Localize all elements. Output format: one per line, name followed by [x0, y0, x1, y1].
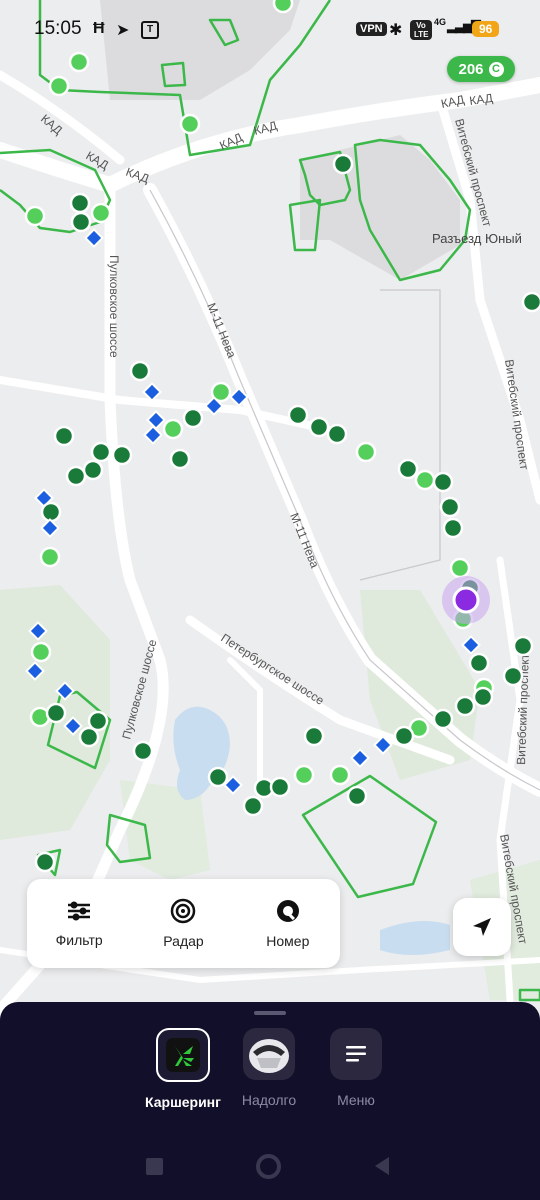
car-marker[interactable]: [207, 766, 229, 788]
car-marker[interactable]: [329, 764, 351, 786]
map-label-street: Пулковское шоссе: [107, 255, 121, 358]
car-marker[interactable]: [162, 418, 184, 440]
car-marker[interactable]: [308, 416, 330, 438]
volte-badge: Vo LTE: [410, 20, 432, 40]
car-marker[interactable]: [45, 702, 67, 724]
network-type: 4G: [434, 17, 447, 27]
car-marker[interactable]: [78, 726, 100, 748]
carsharing-logo-icon: [156, 1028, 210, 1082]
app-t-icon: T: [141, 21, 159, 39]
car-marker[interactable]: [326, 423, 348, 445]
system-home-button[interactable]: [255, 1153, 281, 1179]
car-marker[interactable]: [69, 192, 91, 214]
car-marker[interactable]: [521, 291, 540, 313]
system-back-button[interactable]: [369, 1153, 395, 1179]
car-marker[interactable]: [70, 211, 92, 233]
vpn-badge: VPN: [356, 22, 387, 36]
balance-value: 206: [458, 60, 484, 78]
balance-badge[interactable]: 206 C: [447, 56, 515, 82]
user-location-dot: [452, 586, 480, 614]
car-marker[interactable]: [414, 469, 436, 491]
car-marker[interactable]: [30, 641, 52, 663]
car-marker[interactable]: [82, 459, 104, 481]
car-marker[interactable]: [449, 557, 471, 579]
back-triangle-icon: [375, 1157, 389, 1175]
car-marker[interactable]: [454, 695, 476, 717]
map-tools-panel: Фильтр Радар Номер: [27, 879, 340, 968]
navigation-arrow-icon: [473, 918, 491, 936]
car-marker[interactable]: [24, 205, 46, 227]
bluetooth-icon: ✱: [389, 22, 403, 39]
car-marker[interactable]: [182, 407, 204, 429]
car-marker[interactable]: [90, 441, 112, 463]
car-marker[interactable]: [242, 795, 264, 817]
car-marker[interactable]: [179, 113, 201, 135]
nav-menu-label: Меню: [337, 1092, 375, 1108]
square-icon: [145, 1157, 163, 1175]
car-marker[interactable]: [53, 425, 75, 447]
car-marker[interactable]: [169, 448, 191, 470]
car-marker[interactable]: [512, 635, 534, 657]
car-marker[interactable]: [40, 501, 62, 523]
car-marker[interactable]: [397, 458, 419, 480]
filter-sliders-icon: [68, 901, 91, 921]
car-marker[interactable]: [90, 202, 112, 224]
car-marker[interactable]: [332, 153, 354, 175]
telegram-icon: ➤: [116, 22, 130, 39]
car-marker[interactable]: [39, 546, 61, 568]
car-marker[interactable]: [502, 665, 524, 687]
number-search-label: Номер: [266, 933, 310, 949]
number-search-button[interactable]: Номер: [243, 898, 333, 949]
car-marker[interactable]: [442, 517, 464, 539]
car-marker[interactable]: [468, 652, 490, 674]
car-marker[interactable]: [432, 471, 454, 493]
status-bar: 15:05 Ħ ➤ T VPN ✱ Vo LTE 4G ▂▃▅▇ 96: [0, 0, 540, 60]
radar-icon: [171, 898, 196, 924]
car-marker[interactable]: [34, 851, 56, 873]
search-number-icon: [276, 900, 299, 922]
sheet-handle[interactable]: [254, 1011, 286, 1015]
my-location-button[interactable]: [453, 898, 511, 956]
car-front-icon: [243, 1028, 295, 1080]
car-marker[interactable]: [269, 776, 291, 798]
nav-menu[interactable]: Меню: [311, 1028, 401, 1108]
battery-icon: 96: [472, 21, 500, 37]
filter-button[interactable]: Фильтр: [34, 899, 124, 948]
car-marker[interactable]: [293, 764, 315, 786]
coin-icon: C: [488, 61, 504, 77]
car-marker[interactable]: [346, 785, 368, 807]
car-marker[interactable]: [472, 686, 494, 708]
circle-icon: [255, 1153, 281, 1179]
map-label-place: Разъезд Юный: [432, 231, 522, 246]
nav-carsharing[interactable]: Каршеринг: [138, 1028, 228, 1110]
car-marker[interactable]: [65, 465, 87, 487]
car-marker[interactable]: [287, 404, 309, 426]
notification-h-icon: Ħ: [93, 20, 105, 37]
car-marker[interactable]: [393, 725, 415, 747]
nav-long-term-label: Надолго: [241, 1092, 297, 1108]
menu-icon: [330, 1028, 382, 1080]
status-time: 15:05: [34, 18, 82, 39]
car-marker[interactable]: [303, 725, 325, 747]
car-marker[interactable]: [355, 441, 377, 463]
radar-label: Радар: [163, 933, 204, 949]
car-marker[interactable]: [439, 496, 461, 518]
car-marker[interactable]: [48, 75, 70, 97]
car-marker[interactable]: [432, 708, 454, 730]
car-marker[interactable]: [129, 360, 151, 382]
radar-button[interactable]: Радар: [138, 898, 228, 949]
car-marker[interactable]: [132, 740, 154, 762]
filter-label: Фильтр: [55, 932, 103, 948]
nav-long-term[interactable]: Надолго: [224, 1028, 314, 1108]
car-marker[interactable]: [111, 444, 133, 466]
nav-carsharing-label: Каршеринг: [145, 1094, 221, 1110]
system-recents-button[interactable]: [141, 1153, 167, 1179]
